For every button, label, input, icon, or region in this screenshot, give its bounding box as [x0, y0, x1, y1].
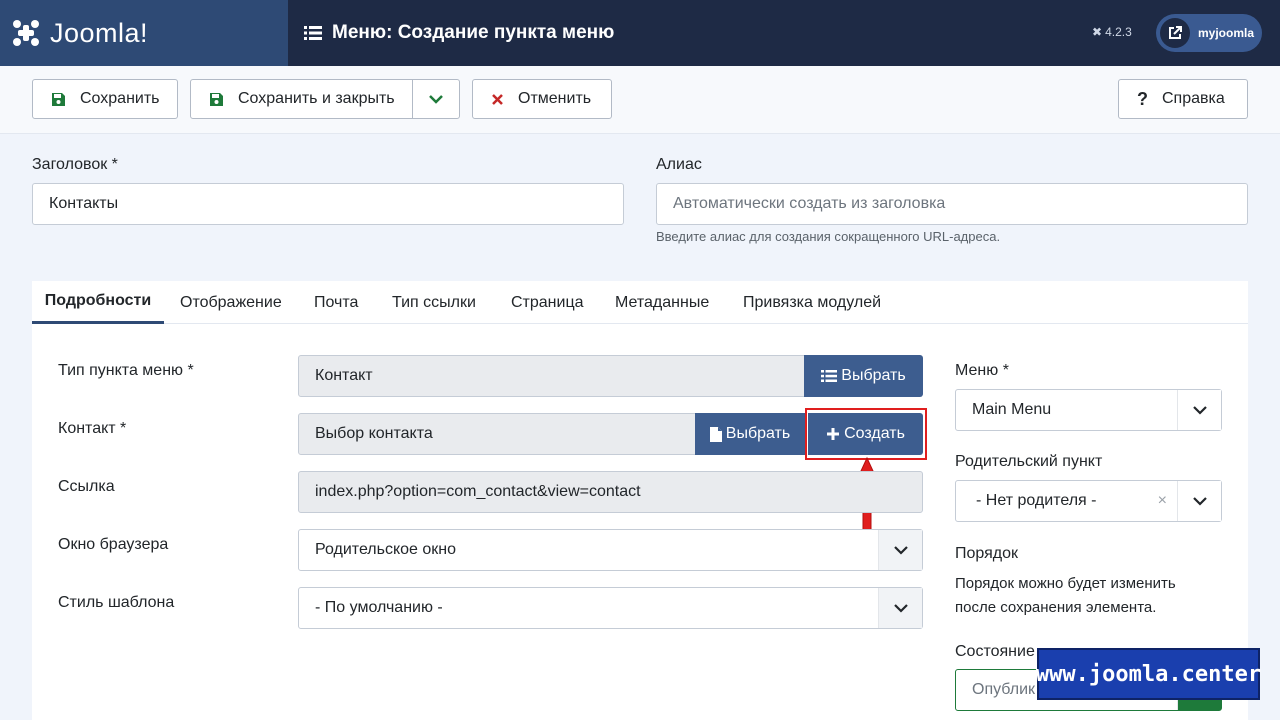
- save-close-label: Сохранить и закрыть: [238, 90, 395, 107]
- tab-page[interactable]: Страница: [511, 281, 584, 324]
- brand-name: Joomla!: [50, 17, 149, 48]
- template-style-label: Стиль шаблона: [58, 594, 175, 611]
- parent-item-select[interactable]: - Нет родителя - ×: [955, 480, 1222, 522]
- version-text: 4.2.3: [1105, 25, 1132, 39]
- template-style-select[interactable]: - По умолчанию -: [298, 587, 923, 629]
- save-dropdown-toggle[interactable]: [412, 79, 460, 119]
- tab-module-assignment[interactable]: Привязка модулей: [743, 281, 881, 324]
- menu-select[interactable]: Main Menu: [955, 389, 1222, 431]
- header: Joomla! Меню: Создание пункта меню ✖ 4.2…: [0, 0, 1280, 66]
- highlight-box: [805, 408, 927, 460]
- chevron-down-icon: [429, 95, 443, 104]
- toolbar: Сохранить Сохранить и закрыть Отменить ?…: [0, 66, 1280, 134]
- ordering-note-2: после сохранения элемента.: [955, 599, 1157, 616]
- cancel-button[interactable]: Отменить: [472, 79, 612, 119]
- tab-metadata[interactable]: Метаданные: [615, 281, 709, 324]
- save-button[interactable]: Сохранить: [32, 79, 178, 119]
- menu-item-type-field: Контакт: [298, 355, 805, 397]
- select-type-label: Выбрать: [841, 367, 906, 384]
- state-value: Опублик: [972, 681, 1036, 698]
- alias-field[interactable]: Автоматически создать из заголовка: [656, 183, 1248, 225]
- select-type-button[interactable]: Выбрать: [804, 355, 923, 397]
- contact-field: Выбор контакта: [298, 413, 696, 455]
- title-label: Заголовок *: [32, 156, 118, 173]
- floppy-icon: [209, 92, 224, 107]
- browser-window-label: Окно браузера: [58, 536, 169, 553]
- chevron-down-icon: [878, 588, 922, 628]
- select-contact-button[interactable]: Выбрать: [695, 413, 805, 455]
- joomla-logo-icon: [13, 20, 39, 46]
- select-contact-label: Выбрать: [725, 425, 791, 442]
- tab-mail[interactable]: Почта: [314, 281, 358, 324]
- browser-window-select[interactable]: Родительское окно: [298, 529, 923, 571]
- alias-label: Алиас: [656, 156, 702, 173]
- external-link-icon: [1160, 18, 1190, 48]
- cancel-label: Отменить: [518, 90, 592, 107]
- list-icon: [304, 26, 322, 40]
- page-title: Меню: Создание пункта меню: [304, 0, 614, 66]
- tabs: Подробности Отображение Почта Тип ссылки…: [32, 281, 1248, 324]
- title-field[interactable]: Контакты: [32, 183, 624, 225]
- version: ✖ 4.2.3: [1092, 25, 1132, 39]
- ordering-note-1: Порядок можно будет изменить: [955, 575, 1176, 592]
- menu-item-type-label: Тип пункта меню *: [58, 362, 194, 379]
- save-label: Сохранить: [80, 90, 160, 107]
- parent-item-label: Родительский пункт: [955, 453, 1103, 470]
- state-label: Состояние: [955, 643, 1035, 660]
- tab-details[interactable]: Подробности: [32, 281, 164, 324]
- ordering-label: Порядок: [955, 545, 1019, 562]
- chevron-down-icon: [1177, 390, 1221, 430]
- contact-label: Контакт *: [58, 420, 127, 437]
- alias-hint: Введите алиас для создания сокращенного …: [656, 229, 1001, 244]
- parent-item-value: - Нет родителя -: [976, 492, 1097, 509]
- help-label: Справка: [1162, 90, 1225, 107]
- file-icon: [709, 426, 722, 442]
- tab-display[interactable]: Отображение: [180, 281, 282, 324]
- logo[interactable]: Joomla!: [0, 0, 288, 66]
- chevron-down-icon: [878, 530, 922, 570]
- user-name: myjoomla: [1198, 26, 1255, 40]
- close-icon: [491, 93, 504, 106]
- template-style-value: - По умолчанию -: [315, 599, 443, 616]
- page-title-text: Меню: Создание пункта меню: [332, 22, 615, 43]
- joomla-small-icon: ✖: [1092, 25, 1103, 39]
- menu-value: Main Menu: [972, 401, 1052, 418]
- browser-window-value: Родительское окно: [315, 541, 457, 558]
- question-icon: ?: [1137, 88, 1148, 109]
- link-label: Ссылка: [58, 478, 115, 495]
- help-button[interactable]: ? Справка: [1118, 79, 1248, 119]
- user-menu-button[interactable]: myjoomla: [1156, 14, 1262, 52]
- clear-icon[interactable]: ×: [1158, 492, 1167, 510]
- list-icon: [821, 370, 838, 382]
- tab-link-type[interactable]: Тип ссылки: [392, 281, 476, 324]
- chevron-down-icon: [1177, 481, 1221, 521]
- save-close-button[interactable]: Сохранить и закрыть: [190, 79, 413, 119]
- watermark: www.joomla.center: [1036, 648, 1261, 700]
- link-field: index.php?option=com_contact&view=contac…: [298, 471, 923, 513]
- menu-label: Меню *: [955, 362, 1009, 379]
- floppy-icon: [51, 92, 66, 107]
